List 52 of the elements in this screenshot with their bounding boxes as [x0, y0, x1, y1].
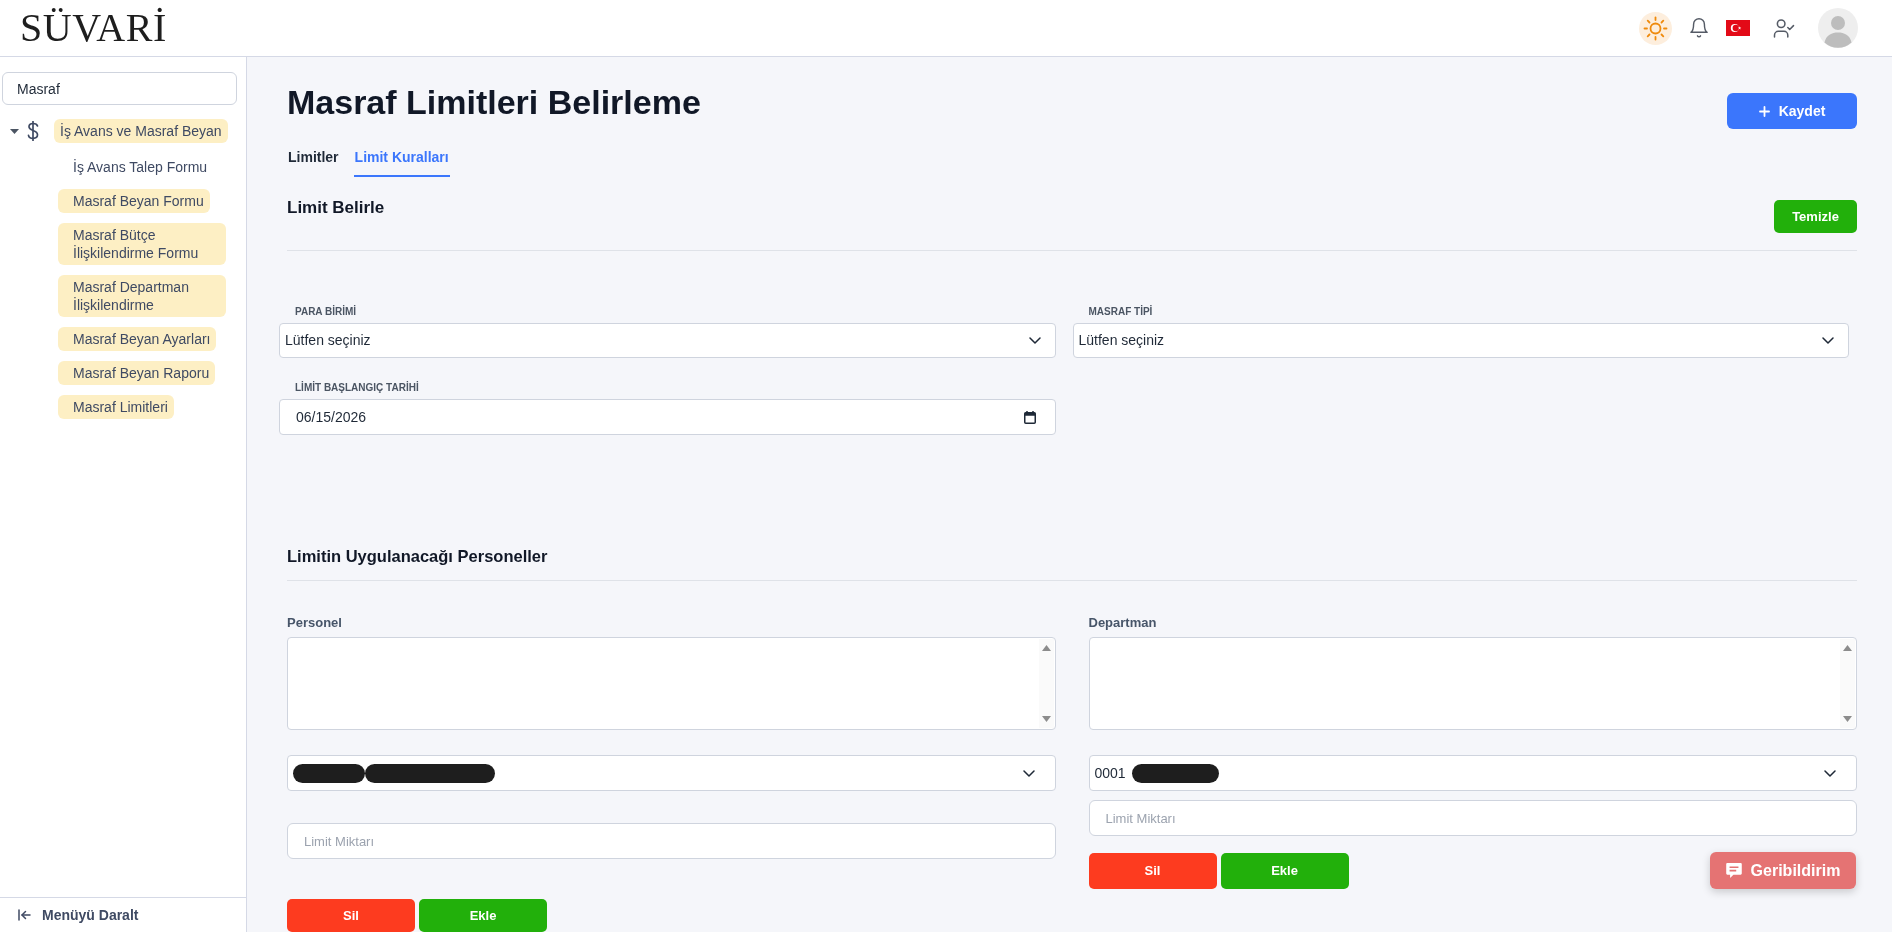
menu-item[interactable]: İş Avans Talep Formu	[58, 155, 214, 179]
date-field[interactable]: 06/15/2026	[279, 399, 1056, 435]
tab[interactable]: Limitler	[287, 147, 340, 177]
save-button[interactable]: Kaydet	[1727, 93, 1857, 129]
field-label: Personel	[287, 615, 343, 631]
dollar-icon	[26, 120, 40, 142]
select-field[interactable]: Lütfen seçiniz	[1072, 323, 1849, 358]
chevron-down-icon	[1022, 769, 1035, 777]
collapse-arrow-icon	[18, 909, 31, 921]
flag-icon[interactable]	[1726, 20, 1750, 36]
select-field[interactable]: Lütfen seçiniz	[279, 323, 1056, 358]
scroll-down-arrow-icon[interactable]	[1041, 716, 1051, 722]
amount-field[interactable]: Limit Miktarı	[1088, 800, 1857, 836]
field-label: PARA BİRİMİ	[294, 306, 358, 318]
scrollbar[interactable]	[1840, 639, 1855, 728]
section-title: Limitin Uygulanacağı Personeller	[287, 546, 549, 567]
menu-item[interactable]: Masraf Beyan Formu	[58, 189, 210, 213]
menu-item[interactable]: Masraf Beyan Ayarları	[58, 327, 217, 351]
field-label: LİMİT BAŞLANGIÇ TARİHİ	[294, 382, 420, 394]
select-field[interactable]	[287, 755, 1056, 791]
avatar-icon[interactable]	[1818, 8, 1858, 48]
logo[interactable]: SÜVARİ	[20, 6, 167, 50]
menu-group[interactable]: İş Avans ve Masraf Beyan	[54, 119, 228, 143]
collapse-menu-button[interactable]: Menüyü Daralt	[18, 904, 139, 926]
field-label: Departman	[1088, 615, 1158, 631]
menu-item[interactable]: Masraf Departman İlişkilendirme	[58, 275, 226, 317]
section-title: Limit Belirle	[287, 197, 385, 219]
tab[interactable]: Limit Kuralları	[353, 147, 450, 177]
user-check-icon[interactable]	[1773, 18, 1795, 38]
amount-field[interactable]: Limit Miktarı	[287, 823, 1056, 859]
scroll-down-arrow-icon[interactable]	[1843, 716, 1852, 722]
delete-button[interactable]: Sil	[1088, 853, 1217, 889]
sun-icon[interactable]	[1639, 11, 1672, 45]
menu-item[interactable]: Masraf Bütçe İlişkilendirme Formu	[58, 223, 226, 265]
delete-button[interactable]: Sil	[287, 899, 415, 932]
chevron-down-icon	[1824, 769, 1836, 777]
chat-icon	[1725, 863, 1742, 878]
calendar-icon[interactable]	[1023, 410, 1036, 424]
chevron-down-icon	[1822, 337, 1834, 344]
select-field[interactable]: 0001	[1088, 755, 1857, 791]
bell-icon[interactable]	[1690, 18, 1708, 38]
scrollbar[interactable]	[1038, 639, 1054, 728]
menu-item[interactable]: Masraf Beyan Raporu	[58, 361, 216, 385]
page-title: Masraf Limitleri Belirleme	[287, 83, 701, 121]
menu-item[interactable]: Masraf Limitleri	[58, 395, 174, 419]
chevron-down-icon	[1028, 337, 1041, 344]
search-field[interactable]: Masraf	[2, 72, 237, 105]
scroll-up-arrow-icon[interactable]	[1843, 645, 1852, 651]
caret-down-icon[interactable]	[10, 128, 19, 134]
plus-icon	[1758, 105, 1770, 117]
field-label: MASRAF TİPİ	[1087, 306, 1154, 318]
scroll-up-arrow-icon[interactable]	[1041, 645, 1051, 651]
